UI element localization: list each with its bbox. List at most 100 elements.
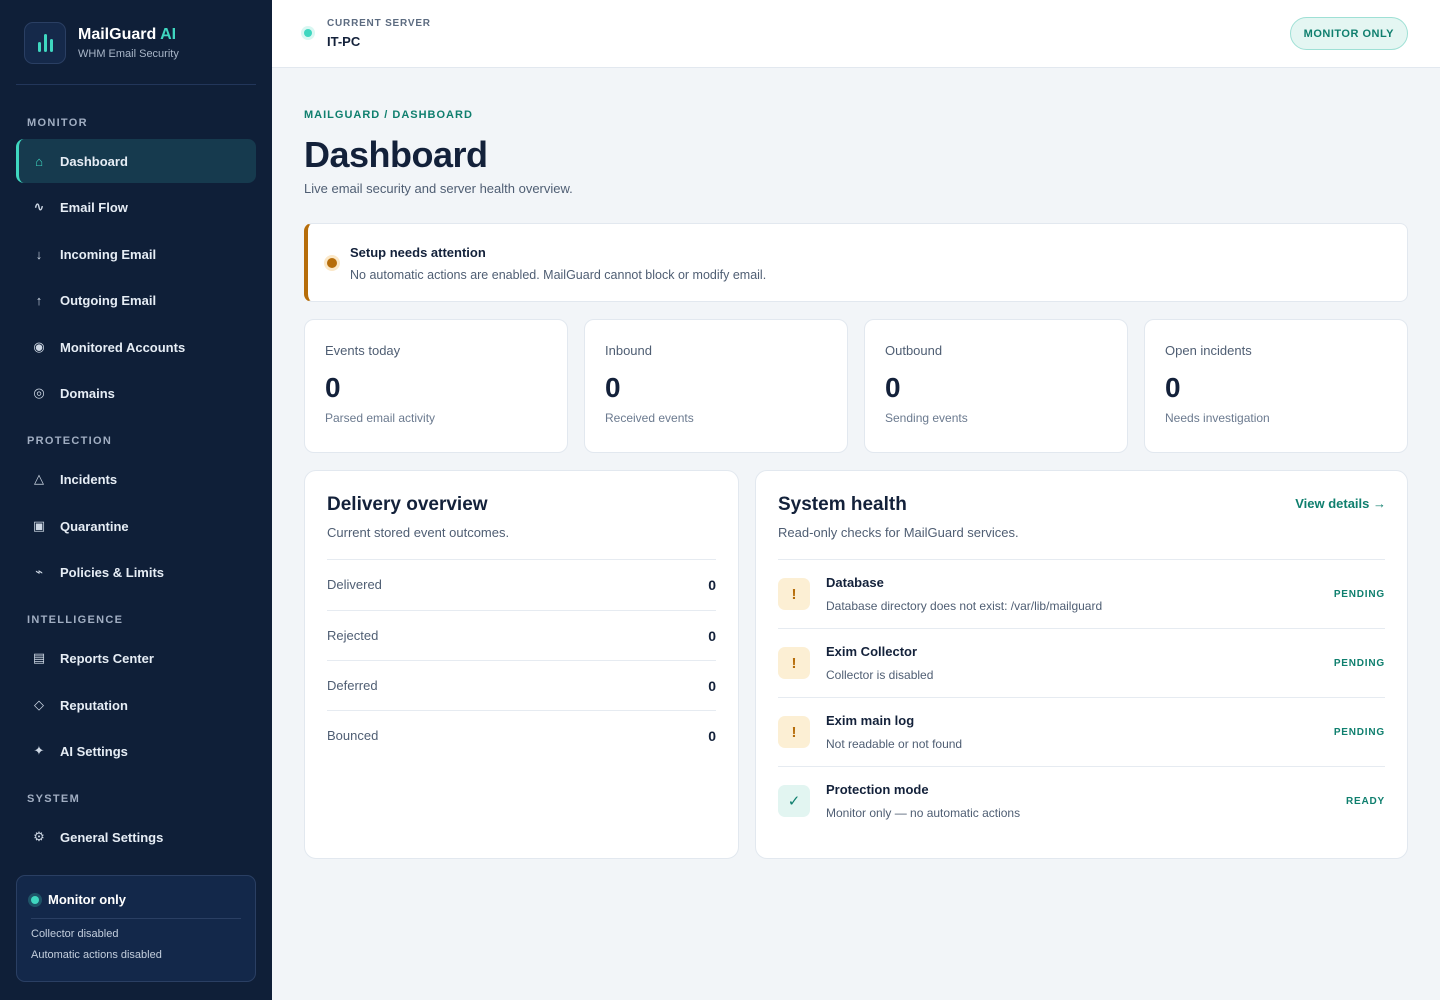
quarantine-box-icon: ▣ (32, 518, 46, 533)
nav-section-system: SYSTEM (27, 793, 81, 805)
sidebar: MailGuard AI WHM Email Security MONITOR … (0, 0, 272, 1000)
health-row-database: ! Database Database directory does not e… (778, 559, 1385, 628)
delivery-row-deferred: Deferred 0 (327, 660, 716, 710)
stat-label: Events today (325, 343, 401, 358)
sidebar-item-label: Email Flow (60, 199, 128, 215)
nav-section-intelligence: INTELLIGENCE (27, 614, 124, 626)
mode-status-collector: Collector disabled (31, 928, 119, 940)
sidebar-item-label: Reports Center (60, 650, 154, 666)
stat-label: Open incidents (1165, 343, 1252, 358)
warning-icon: ! (778, 578, 810, 610)
sidebar-item-label: Monitored Accounts (60, 339, 186, 355)
divider (16, 84, 256, 85)
alert-title: Setup needs attention (350, 245, 486, 260)
stat-card-outbound: Outbound 0 Sending events (864, 319, 1128, 453)
report-icon: ▤ (32, 650, 46, 665)
arrow-down-icon: ↓ (35, 246, 43, 262)
health-check-name: Exim Collector (826, 644, 918, 659)
delivery-label: Deferred (327, 678, 378, 693)
current-server-name: IT-PC (327, 34, 361, 49)
globe-icon: ◎ (33, 385, 45, 400)
sidebar-item-label: Domains (60, 385, 115, 401)
stat-caption: Parsed email activity (325, 411, 436, 425)
brand-title-accent: AI (160, 26, 177, 43)
delivery-value: 0 (708, 627, 716, 644)
policy-icon: ⌁ (35, 564, 43, 579)
server-status-dot-icon (304, 29, 312, 37)
sidebar-item-reputation[interactable]: ◇ Reputation (16, 683, 256, 727)
gear-icon: ⚙ (33, 829, 45, 844)
warning-triangle-icon: △ (34, 471, 44, 486)
sidebar-item-general-settings[interactable]: ⚙ General Settings (16, 815, 256, 859)
stat-caption: Needs investigation (1165, 411, 1270, 425)
sidebar-item-incoming-email[interactable]: ↓ Incoming Email (16, 232, 256, 276)
health-check-name: Database (826, 575, 884, 590)
sidebar-item-email-flow[interactable]: ∿ Email Flow (16, 185, 256, 229)
status-badge: PENDING (1333, 727, 1385, 738)
stat-label: Outbound (885, 343, 943, 358)
setup-alert: Setup needs attention No automatic actio… (304, 223, 1408, 302)
health-row-exim-collector: ! Exim Collector Collector is disabled P… (778, 628, 1385, 697)
arrow-up-icon: ↑ (35, 292, 43, 308)
stat-card-events-today: Events today 0 Parsed email activity (304, 319, 568, 453)
mode-status-actions: Automatic actions disabled (31, 949, 162, 961)
view-details-link[interactable]: View details → (1295, 496, 1386, 511)
delivery-row-bounced: Bounced 0 (327, 710, 716, 760)
topbar: CURRENT SERVER IT-PC MONITOR ONLY (272, 0, 1440, 68)
page-title: Dashboard (304, 134, 488, 175)
breadcrumb: MAILGUARD / DASHBOARD (304, 109, 473, 121)
sidebar-item-outgoing-email[interactable]: ↑ Outgoing Email (16, 278, 256, 322)
delivery-label: Bounced (327, 728, 379, 743)
system-health-panel: System health Read-only checks for MailG… (755, 470, 1408, 859)
health-check-name: Protection mode (826, 782, 929, 797)
bar-chart-logo-icon (24, 22, 66, 64)
brand[interactable]: MailGuard AI WHM Email Security (24, 22, 179, 64)
mode-status-title: Monitor only (48, 892, 126, 907)
sidebar-item-incidents[interactable]: △ Incidents (16, 457, 256, 501)
stat-label: Inbound (605, 343, 652, 358)
delivery-row-rejected: Rejected 0 (327, 610, 716, 660)
brand-subtitle: WHM Email Security (78, 48, 179, 60)
health-row-exim-main-log: ! Exim main log Not readable or not foun… (778, 697, 1385, 766)
home-icon: ⌂ (35, 153, 43, 169)
divider (31, 918, 241, 919)
delivery-value: 0 (708, 576, 716, 593)
health-check-description: Not readable or not found (826, 737, 963, 751)
delivery-label: Delivered (327, 577, 382, 592)
stat-value: 0 (1165, 372, 1181, 403)
delivery-row-delivered: Delivered 0 (327, 559, 716, 609)
system-health-title: System health (778, 494, 907, 515)
health-row-protection-mode: ✓ Protection mode Monitor only — no auto… (778, 766, 1385, 835)
warning-icon: ! (778, 716, 810, 748)
brand-title: MailGuard AI (78, 26, 177, 43)
sidebar-item-label: Reputation (60, 697, 128, 713)
sidebar-item-ai-settings[interactable]: ✦ AI Settings (16, 729, 256, 773)
sidebar-item-monitored-accounts[interactable]: ◉ Monitored Accounts (16, 325, 256, 369)
health-check-name: Exim main log (826, 713, 915, 728)
status-badge: PENDING (1333, 589, 1385, 600)
sidebar-item-label: General Settings (60, 829, 164, 845)
stat-card-open-incidents: Open incidents 0 Needs investigation (1144, 319, 1408, 453)
delivery-label: Rejected (327, 628, 379, 643)
delivery-overview-subtitle: Current stored event outcomes. (327, 525, 510, 540)
sidebar-item-domains[interactable]: ◎ Domains (16, 371, 256, 415)
stat-value: 0 (885, 372, 901, 403)
sidebar-item-reports-center[interactable]: ▤ Reports Center (16, 636, 256, 680)
sidebar-item-policies-limits[interactable]: ⌁ Policies & Limits (16, 550, 256, 594)
warning-dot-icon (327, 258, 337, 268)
sidebar-item-quarantine[interactable]: ▣ Quarantine (16, 504, 256, 548)
status-badge: PENDING (1333, 658, 1385, 669)
warning-icon: ! (778, 647, 810, 679)
status-dot-icon (31, 895, 39, 904)
nav-section-monitor: MONITOR (27, 117, 88, 129)
delivery-overview-title: Delivery overview (327, 494, 488, 515)
sidebar-item-dashboard[interactable]: ⌂ Dashboard (16, 139, 256, 183)
stat-value: 0 (605, 372, 621, 403)
brand-text: MailGuard AI WHM Email Security (78, 26, 179, 60)
delivery-value: 0 (708, 727, 716, 744)
nav-section-protection: PROTECTION (27, 435, 113, 447)
alert-text: No automatic actions are enabled. MailGu… (350, 268, 767, 282)
target-icon: ◉ (33, 339, 45, 354)
system-health-subtitle: Read-only checks for MailGuard services. (778, 525, 1019, 540)
sidebar-item-label: Incidents (60, 471, 118, 487)
